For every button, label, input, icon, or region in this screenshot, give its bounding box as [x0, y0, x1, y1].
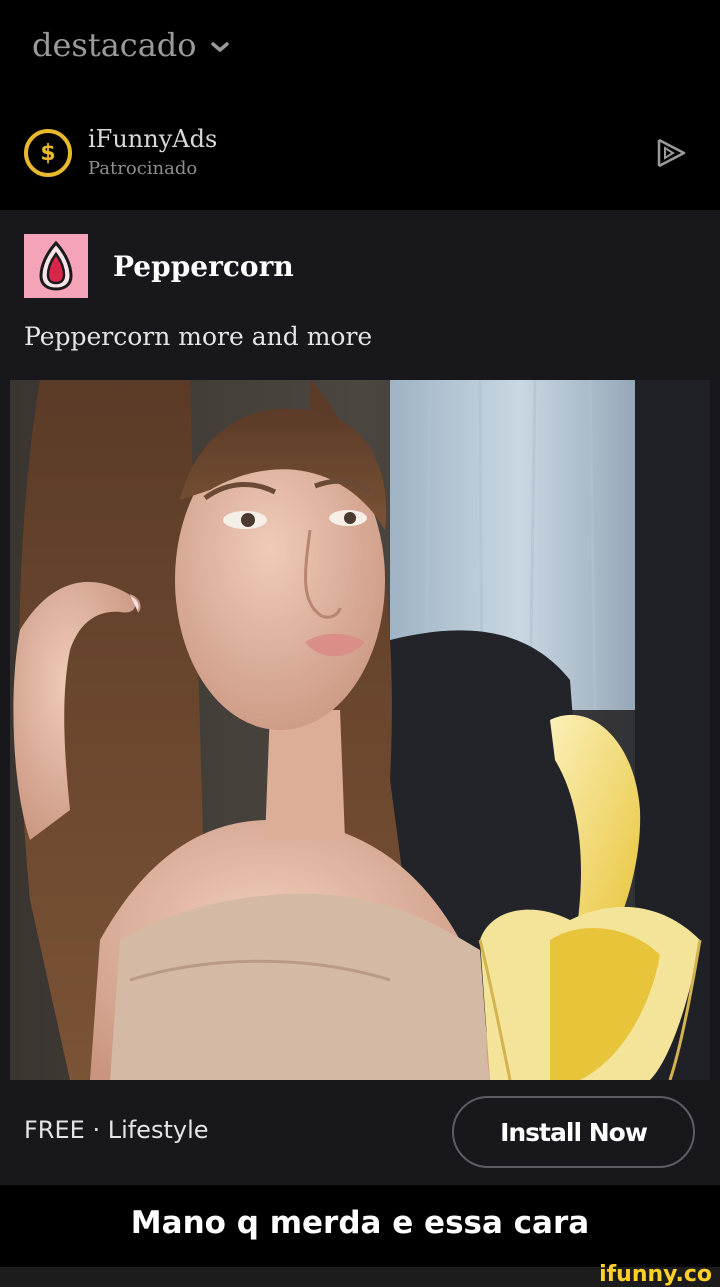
sponsored-label: Patrocinado [88, 158, 198, 179]
logo-glyph [39, 240, 73, 291]
ad-photo [10, 380, 710, 1080]
ad-card[interactable]: Peppercorn Peppercorn more and more FREE… [0, 210, 720, 1185]
app-category: FREE · Lifestyle [24, 1116, 209, 1144]
meme-caption: Mano q merda e essa cara [130, 1205, 590, 1241]
dollar-coin-icon: $ [24, 129, 72, 177]
feed-selector[interactable]: destacado [32, 26, 229, 64]
chevron-down-icon [210, 42, 229, 52]
feed-title: destacado [32, 26, 197, 64]
advertiser-name: iFunnyAds [88, 125, 218, 153]
ad-text: Peppercorn more and more [24, 322, 373, 351]
install-now-button[interactable]: Install Now [452, 1096, 695, 1168]
ad-image[interactable] [10, 380, 710, 1080]
play-outline-icon[interactable] [654, 136, 690, 170]
app-header[interactable]: Peppercorn [24, 234, 294, 298]
advertiser-header[interactable]: $ iFunnyAds Patrocinado [24, 124, 217, 182]
top-bar: destacado $ iFunnyAds Patrocinado [0, 0, 720, 210]
ifunny-watermark: ifunny.co [599, 1262, 712, 1287]
peppercorn-logo-icon [24, 234, 88, 298]
app-name: Peppercorn [113, 249, 294, 283]
coin-symbol: $ [40, 140, 56, 166]
caption-bar: Mano q merda e essa cara [0, 1185, 720, 1267]
